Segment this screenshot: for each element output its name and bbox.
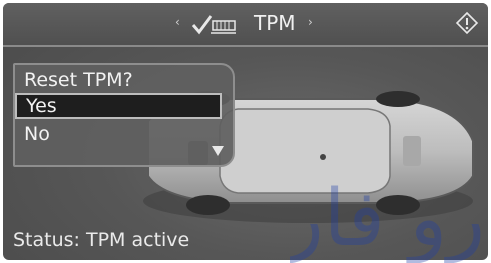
next-arrow-icon[interactable]: › bbox=[308, 15, 313, 29]
previous-arrow-icon[interactable]: ‹ bbox=[175, 15, 180, 29]
status-text: Status: TPM active bbox=[13, 229, 190, 251]
scroll-down-icon[interactable] bbox=[211, 145, 225, 157]
menu-title: Reset TPM? bbox=[24, 69, 133, 91]
tire-check-icon bbox=[191, 15, 236, 35]
reset-tpm-menu: Reset TPM? Yes No bbox=[13, 63, 235, 167]
menu-item-no[interactable]: No bbox=[15, 121, 224, 147]
page-title: TPM bbox=[254, 11, 296, 35]
display-screen: ‹ TPM › Reset TPM? Yes No Status: TPM ac… bbox=[3, 3, 488, 260]
info-icon[interactable] bbox=[455, 11, 479, 35]
header-bar: ‹ TPM › bbox=[3, 3, 488, 47]
menu-item-yes[interactable]: Yes bbox=[15, 93, 222, 119]
